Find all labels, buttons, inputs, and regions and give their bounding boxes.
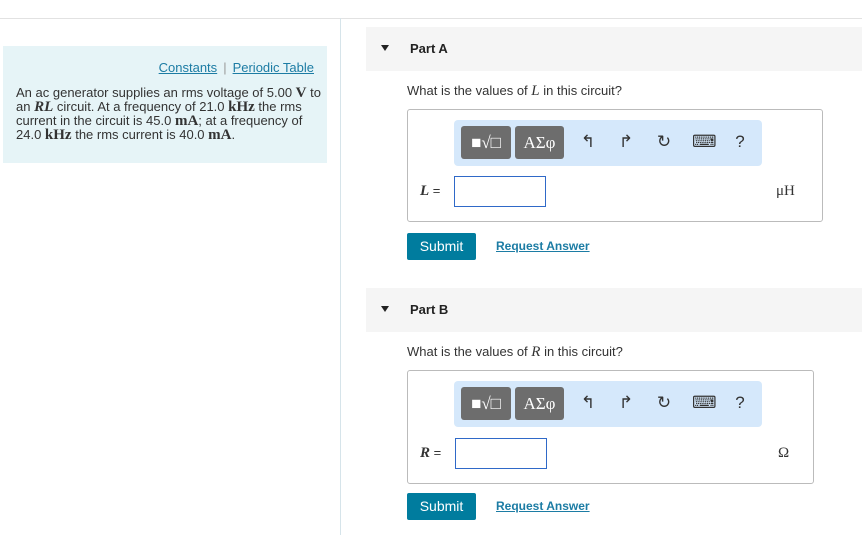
redo-icon[interactable]: ↱: [616, 393, 636, 413]
reset-icon[interactable]: ↻: [654, 132, 674, 152]
problem-statement: An ac generator supplies an rms voltage …: [16, 85, 321, 143]
templates-button[interactable]: ■√□: [461, 387, 511, 420]
part-a-title: Part A: [410, 41, 448, 56]
redo-icon[interactable]: ↱: [616, 132, 636, 152]
part-b-title: Part B: [410, 302, 449, 317]
part-a-header[interactable]: Part A: [366, 27, 862, 71]
top-divider: [0, 18, 862, 19]
part-b-question: What is the values of R in this circuit?: [407, 344, 623, 360]
r-unit: Ω: [778, 445, 790, 461]
part-a-submit-button[interactable]: Submit: [407, 233, 476, 260]
part-b-header[interactable]: Part B: [366, 288, 862, 332]
keyboard-icon[interactable]: ⌨: [692, 393, 717, 413]
help-icon[interactable]: ?: [730, 393, 750, 413]
link-separator: |: [223, 60, 227, 75]
collapse-triangle-icon[interactable]: [381, 306, 389, 312]
templates-button[interactable]: ■√□: [461, 126, 511, 159]
l-unit: μH: [776, 183, 795, 199]
greek-symbols-button[interactable]: ΑΣφ: [515, 387, 564, 420]
part-a-question: What is the values of L in this circuit?: [407, 83, 622, 99]
r-label: R =: [420, 445, 442, 461]
undo-icon[interactable]: ↰: [578, 132, 598, 152]
collapse-triangle-icon[interactable]: [381, 45, 389, 51]
problem-panel: Constants | Periodic Table An ac generator…: [3, 46, 327, 163]
help-icon[interactable]: ?: [730, 132, 750, 152]
column-divider: [340, 18, 341, 535]
l-answer-input[interactable]: [454, 176, 546, 207]
periodic-table-link[interactable]: Periodic Table: [233, 60, 314, 75]
l-label: L =: [420, 183, 441, 199]
greek-symbols-button[interactable]: ΑΣφ: [515, 126, 564, 159]
part-b-request-answer-link[interactable]: Request Answer: [496, 499, 590, 513]
part-b-submit-button[interactable]: Submit: [407, 493, 476, 520]
r-answer-input[interactable]: [455, 438, 547, 469]
part-a-request-answer-link[interactable]: Request Answer: [496, 239, 590, 253]
resource-links: Constants | Periodic Table: [159, 60, 314, 75]
math-toolbar: ■√□ ΑΣφ ↰ ↱ ↻ ⌨ ?: [454, 381, 762, 427]
part-b-answer-box: ■√□ ΑΣφ ↰ ↱ ↻ ⌨ ? R = Ω: [407, 370, 814, 484]
part-a-answer-box: ■√□ ΑΣφ ↰ ↱ ↻ ⌨ ? L = μH: [407, 109, 823, 222]
keyboard-icon[interactable]: ⌨: [692, 132, 717, 152]
reset-icon[interactable]: ↻: [654, 393, 674, 413]
undo-icon[interactable]: ↰: [578, 393, 598, 413]
math-toolbar: ■√□ ΑΣφ ↰ ↱ ↻ ⌨ ?: [454, 120, 762, 166]
constants-link[interactable]: Constants: [159, 60, 218, 75]
